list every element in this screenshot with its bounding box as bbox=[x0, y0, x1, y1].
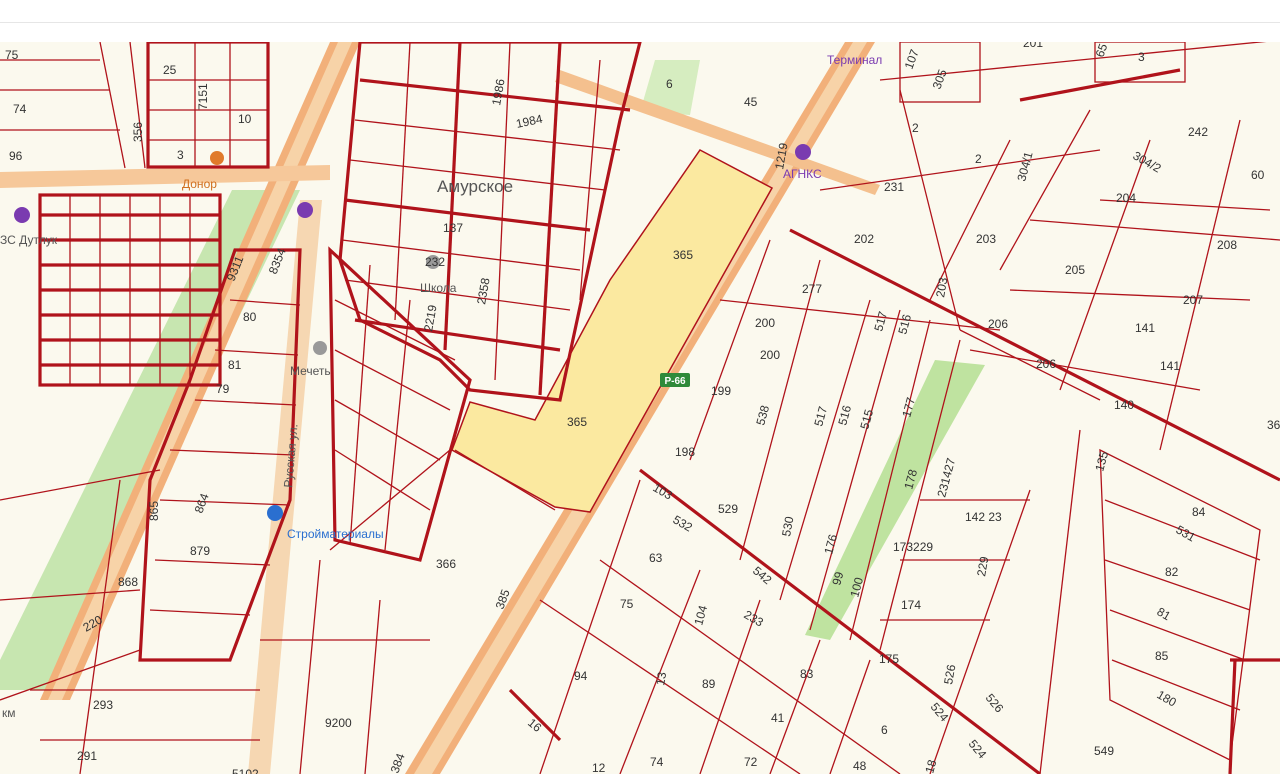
parcel-label: 291 bbox=[77, 749, 97, 763]
parcel-label: 173229 bbox=[893, 540, 933, 554]
parcel-label: 200 bbox=[760, 348, 780, 362]
parcel-label: 199 bbox=[711, 384, 731, 398]
parcel-label: 79 bbox=[216, 382, 230, 396]
settlement-label: Амурское bbox=[437, 177, 513, 196]
parcel-label: 83 bbox=[800, 667, 814, 681]
parcel-label: 232 bbox=[425, 255, 445, 269]
parcel-label: 207 bbox=[1183, 293, 1203, 307]
parcel-label: 2 bbox=[912, 121, 919, 135]
parcel-label: 85 bbox=[1155, 649, 1169, 663]
parcel-label: 242 bbox=[1188, 125, 1208, 139]
parcel-label: 6 bbox=[881, 723, 888, 737]
gas-station-icon-east[interactable] bbox=[795, 144, 811, 160]
parcel-label: 203 bbox=[976, 232, 996, 246]
parcel-label: 277 bbox=[802, 282, 822, 296]
parcel-label: 204 bbox=[1116, 191, 1136, 205]
parcel-label: 231 bbox=[884, 180, 904, 194]
parcel-label: 529 bbox=[718, 502, 738, 516]
parcel-label: 141 bbox=[1135, 321, 1155, 335]
parcel-label: 865 bbox=[147, 501, 161, 521]
parcel-label: 63 bbox=[649, 551, 663, 565]
parcel-label: 45 bbox=[744, 95, 758, 109]
parcel-label: 84 bbox=[1192, 505, 1206, 519]
parcel-label: 82 bbox=[1165, 565, 1179, 579]
terminal-label: Терминал bbox=[827, 53, 882, 67]
parcel-label: 10 bbox=[238, 112, 252, 126]
parcel-label: 94 bbox=[574, 669, 588, 683]
parcel-label: 206 bbox=[988, 317, 1008, 331]
km-label: км bbox=[2, 706, 16, 720]
parcel-label: 206 bbox=[1036, 357, 1056, 371]
parcel-label: 141 bbox=[1160, 359, 1180, 373]
parcel-label: 293 bbox=[93, 698, 113, 712]
parcel-label: 3 bbox=[1138, 50, 1145, 64]
parcel-label: 174 bbox=[901, 598, 921, 612]
parcel-label: 200 bbox=[755, 316, 775, 330]
parcel-label: 549 bbox=[1094, 744, 1114, 758]
parcel-label: 12 bbox=[592, 761, 606, 774]
parcel-label: 365 bbox=[567, 415, 587, 429]
parcel-label: 366 bbox=[436, 557, 456, 571]
parcel-label: 9200 bbox=[325, 716, 352, 730]
parcel-label: 80 bbox=[243, 310, 257, 324]
parcel-label: 48 bbox=[853, 759, 867, 773]
map-canvas[interactable]: Р-66 Амурское Мечеть Школа Русская ул. С… bbox=[0, 42, 1280, 774]
shop-label: Стройматериалы bbox=[287, 527, 384, 541]
donor-label: Донор bbox=[182, 177, 217, 191]
parcel-label: 356 bbox=[131, 122, 145, 142]
gas-station-west-label: ЗС Дутлук bbox=[0, 233, 58, 247]
parcel-label: 3 bbox=[177, 148, 184, 162]
parcel-label: 201 bbox=[1023, 42, 1043, 50]
parcel-label: 13 bbox=[653, 671, 669, 687]
mosque-icon[interactable] bbox=[313, 341, 327, 355]
parcel-label: 202 bbox=[854, 232, 874, 246]
donor-icon[interactable] bbox=[210, 151, 224, 165]
parcel-label: 137 bbox=[443, 221, 463, 235]
parcel-label: 5102 bbox=[232, 767, 259, 774]
parcel-label: 868 bbox=[118, 575, 138, 589]
parcel-label: 75 bbox=[620, 597, 634, 611]
school-label: Школа bbox=[420, 281, 457, 295]
mosque-label: Мечеть bbox=[290, 364, 331, 378]
highway-badge-label: Р-66 bbox=[664, 376, 686, 387]
parcel-label: 75 bbox=[5, 48, 19, 62]
parcel-label: 208 bbox=[1217, 238, 1237, 252]
parcel-label: 175 bbox=[879, 652, 899, 666]
parcel-label: 74 bbox=[650, 755, 664, 769]
parcel-label: 142 23 bbox=[965, 510, 1002, 524]
cadastral-map[interactable]: Р-66 Амурское Мечеть Школа Русская ул. С… bbox=[0, 42, 1280, 774]
browser-top-strip bbox=[0, 0, 1280, 23]
shop-icon[interactable] bbox=[267, 505, 283, 521]
parcel-label: 41 bbox=[771, 711, 785, 725]
parcel-label: 96 bbox=[9, 149, 23, 163]
parcel-label: 74 bbox=[13, 102, 27, 116]
parcel-label: 60 bbox=[1251, 168, 1265, 182]
parcel-label: 81 bbox=[228, 358, 242, 372]
parcel-label: 25 bbox=[163, 63, 177, 77]
parcel-label: 7151 bbox=[196, 83, 210, 110]
parcel-label: 198 bbox=[675, 445, 695, 459]
parcel-label: 72 bbox=[744, 755, 758, 769]
parcel-label: 36 bbox=[1267, 418, 1280, 432]
parcel-label: 89 bbox=[702, 677, 716, 691]
gas-station-icon-west[interactable] bbox=[14, 207, 30, 223]
gas-station-label: АГНКС bbox=[783, 167, 822, 181]
parcel-label: 365 bbox=[673, 248, 693, 262]
parcel-label: 2 bbox=[975, 152, 982, 166]
parcel-label: 205 bbox=[1065, 263, 1085, 277]
parcel-label: 6 bbox=[666, 77, 673, 91]
parcel-label: 879 bbox=[190, 544, 210, 558]
parcel-label: 140 bbox=[1114, 398, 1134, 412]
gas-station-icon[interactable] bbox=[297, 202, 313, 218]
